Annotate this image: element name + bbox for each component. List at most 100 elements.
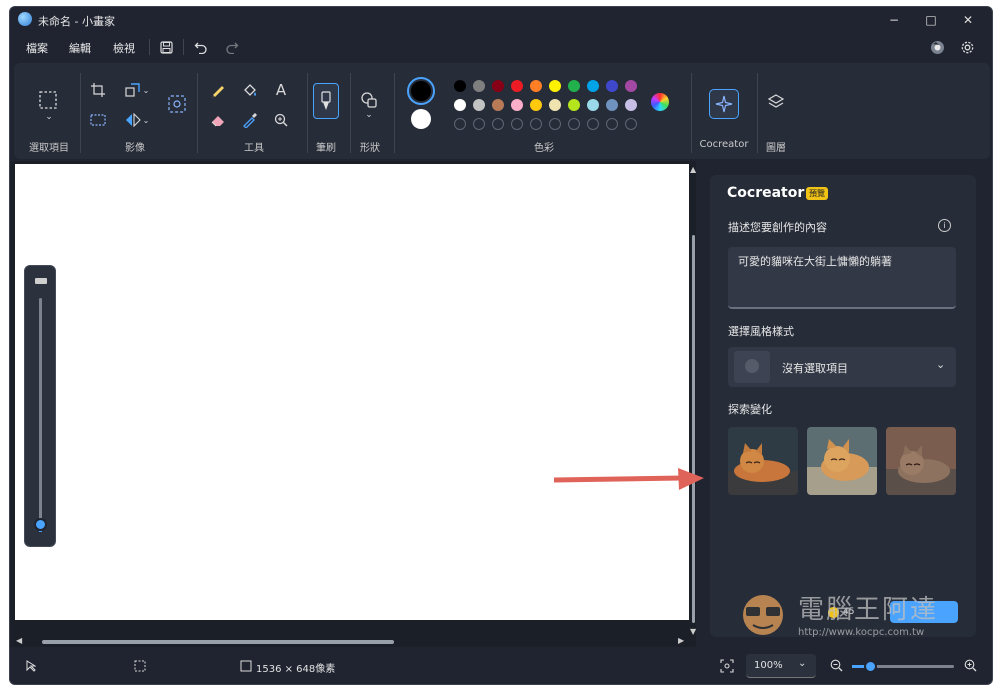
eraser-icon[interactable] xyxy=(207,109,229,131)
color-swatch[interactable] xyxy=(492,80,504,92)
zoom-in-icon[interactable] xyxy=(964,659,977,675)
prompt-text: 可愛的貓咪在大街上慵懶的躺著 xyxy=(738,255,892,268)
color-swatch[interactable] xyxy=(454,99,466,111)
fit-to-window-icon[interactable] xyxy=(720,659,734,676)
rectangle-select-icon[interactable] xyxy=(35,87,61,113)
zoom-chevron-icon: ⌄ xyxy=(798,658,807,669)
resize-dropdown-icon[interactable]: ⌄ xyxy=(140,79,152,101)
color-swatch[interactable] xyxy=(625,80,637,92)
canvas-workspace xyxy=(10,161,696,647)
fill-bucket-icon[interactable] xyxy=(239,79,261,101)
horizontal-scroll-thumb[interactable] xyxy=(42,640,394,644)
color-swatch[interactable] xyxy=(606,99,618,111)
save-icon[interactable] xyxy=(157,38,175,56)
color-swatch[interactable] xyxy=(549,80,561,92)
style-dropdown[interactable]: 沒有選取項目 ⌄ xyxy=(728,347,956,387)
layers-icon[interactable] xyxy=(765,91,787,113)
color-swatch[interactable] xyxy=(587,99,599,111)
account-icon[interactable] xyxy=(928,38,946,56)
minimize-button[interactable]: − xyxy=(876,7,912,33)
close-button[interactable]: ✕ xyxy=(950,7,986,33)
primary-color-selector[interactable] xyxy=(407,77,435,105)
color-swatch[interactable] xyxy=(454,80,466,92)
chevron-down-icon: ⌄ xyxy=(936,358,946,371)
custom-color-slot[interactable] xyxy=(549,118,561,130)
watermark-mascot-icon xyxy=(743,595,783,635)
variation-thumbnail-3[interactable] xyxy=(886,427,956,495)
vertical-scrollbar[interactable]: ▲ ▼ xyxy=(690,165,698,637)
drawing-canvas[interactable] xyxy=(15,164,689,620)
color-swatch[interactable] xyxy=(625,99,637,111)
scroll-down-icon[interactable]: ▼ xyxy=(690,627,696,636)
custom-color-slot[interactable] xyxy=(530,118,542,130)
variation-thumbnail-1[interactable] xyxy=(728,427,798,495)
brush-size-slider[interactable] xyxy=(24,265,56,547)
magnifier-icon[interactable] xyxy=(270,109,292,131)
paint-window: 未命名 - 小畫家 − □ ✕ 檔案 編輯 檢視 ⌄ 選取項目 ⌄ ⌄ 影像 A… xyxy=(9,6,993,685)
custom-color-slot[interactable] xyxy=(568,118,580,130)
custom-color-slot[interactable] xyxy=(454,118,466,130)
color-swatch[interactable] xyxy=(606,80,618,92)
panel-title: Cocreator xyxy=(727,185,805,201)
select-object-icon[interactable] xyxy=(87,109,109,131)
scroll-right-icon[interactable]: ▶ xyxy=(678,636,684,645)
window-title: 未命名 - 小畫家 xyxy=(38,15,115,28)
color-swatch[interactable] xyxy=(530,99,542,111)
pencil-icon[interactable] xyxy=(207,79,229,101)
group-label-image: 影像 xyxy=(125,143,145,154)
crop-icon[interactable] xyxy=(87,79,109,101)
text-tool-icon[interactable]: A xyxy=(270,79,292,101)
zoom-out-icon[interactable] xyxy=(830,659,843,675)
explore-label: 探索變化 xyxy=(728,403,772,416)
shapes-icon[interactable] xyxy=(358,89,380,111)
color-swatch[interactable] xyxy=(568,80,580,92)
menu-bar: 檔案 編輯 檢視 xyxy=(10,33,992,61)
scroll-left-icon[interactable]: ◀ xyxy=(16,636,22,645)
menu-file[interactable]: 檔案 xyxy=(26,40,48,56)
vertical-scroll-thumb[interactable] xyxy=(692,235,695,623)
prompt-textbox[interactable]: 可愛的貓咪在大街上慵懶的躺著 xyxy=(728,247,956,309)
zoom-dropdown[interactable]: 100% ⌄ xyxy=(746,654,816,678)
menu-view[interactable]: 檢視 xyxy=(113,40,135,56)
edit-colors-icon[interactable] xyxy=(651,93,669,111)
canvas-dimensions: 1536 × 648像素 xyxy=(256,664,336,675)
color-swatch[interactable] xyxy=(530,80,542,92)
cocreator-icon[interactable] xyxy=(709,89,739,119)
flip-dropdown-icon[interactable]: ⌄ xyxy=(140,109,152,131)
shapes-dropdown-icon[interactable]: ⌄ xyxy=(358,109,380,121)
watermark: 電腦王阿達 http://www.kocpc.com.tw xyxy=(738,581,978,643)
color-swatch[interactable] xyxy=(492,99,504,111)
color-swatch[interactable] xyxy=(473,99,485,111)
undo-icon[interactable] xyxy=(192,38,210,56)
maximize-button[interactable]: □ xyxy=(913,7,949,33)
color-swatch[interactable] xyxy=(587,80,599,92)
gear-icon[interactable] xyxy=(958,38,976,56)
menu-edit[interactable]: 編輯 xyxy=(69,40,91,56)
variation-thumbnail-2[interactable] xyxy=(807,427,877,495)
custom-color-slot[interactable] xyxy=(625,118,637,130)
group-label-cocreator: Cocreator xyxy=(699,139,749,150)
group-label-tools: 工具 xyxy=(244,143,264,154)
custom-color-slot[interactable] xyxy=(606,118,618,130)
zoom-slider-knob[interactable] xyxy=(864,660,877,673)
secondary-color-swatch[interactable] xyxy=(411,109,431,129)
custom-color-slot[interactable] xyxy=(473,118,485,130)
color-swatch[interactable] xyxy=(511,80,523,92)
image-creator-icon[interactable] xyxy=(166,93,188,115)
zoom-value: 100% xyxy=(754,660,783,671)
custom-color-slot[interactable] xyxy=(492,118,504,130)
color-picker-icon[interactable] xyxy=(239,109,261,131)
color-swatch[interactable] xyxy=(568,99,580,111)
selection-dropdown-icon[interactable]: ⌄ xyxy=(38,111,60,123)
brushes-button[interactable] xyxy=(313,83,339,119)
color-swatch[interactable] xyxy=(549,99,561,111)
info-icon[interactable]: i xyxy=(938,219,951,232)
zoom-slider[interactable] xyxy=(852,660,954,673)
custom-color-slot[interactable] xyxy=(587,118,599,130)
custom-color-slot[interactable] xyxy=(511,118,523,130)
scroll-up-icon[interactable]: ▲ xyxy=(690,165,696,174)
color-swatch[interactable] xyxy=(511,99,523,111)
redo-icon[interactable] xyxy=(223,38,241,56)
slider-knob[interactable] xyxy=(34,518,47,531)
color-swatch[interactable] xyxy=(473,80,485,92)
